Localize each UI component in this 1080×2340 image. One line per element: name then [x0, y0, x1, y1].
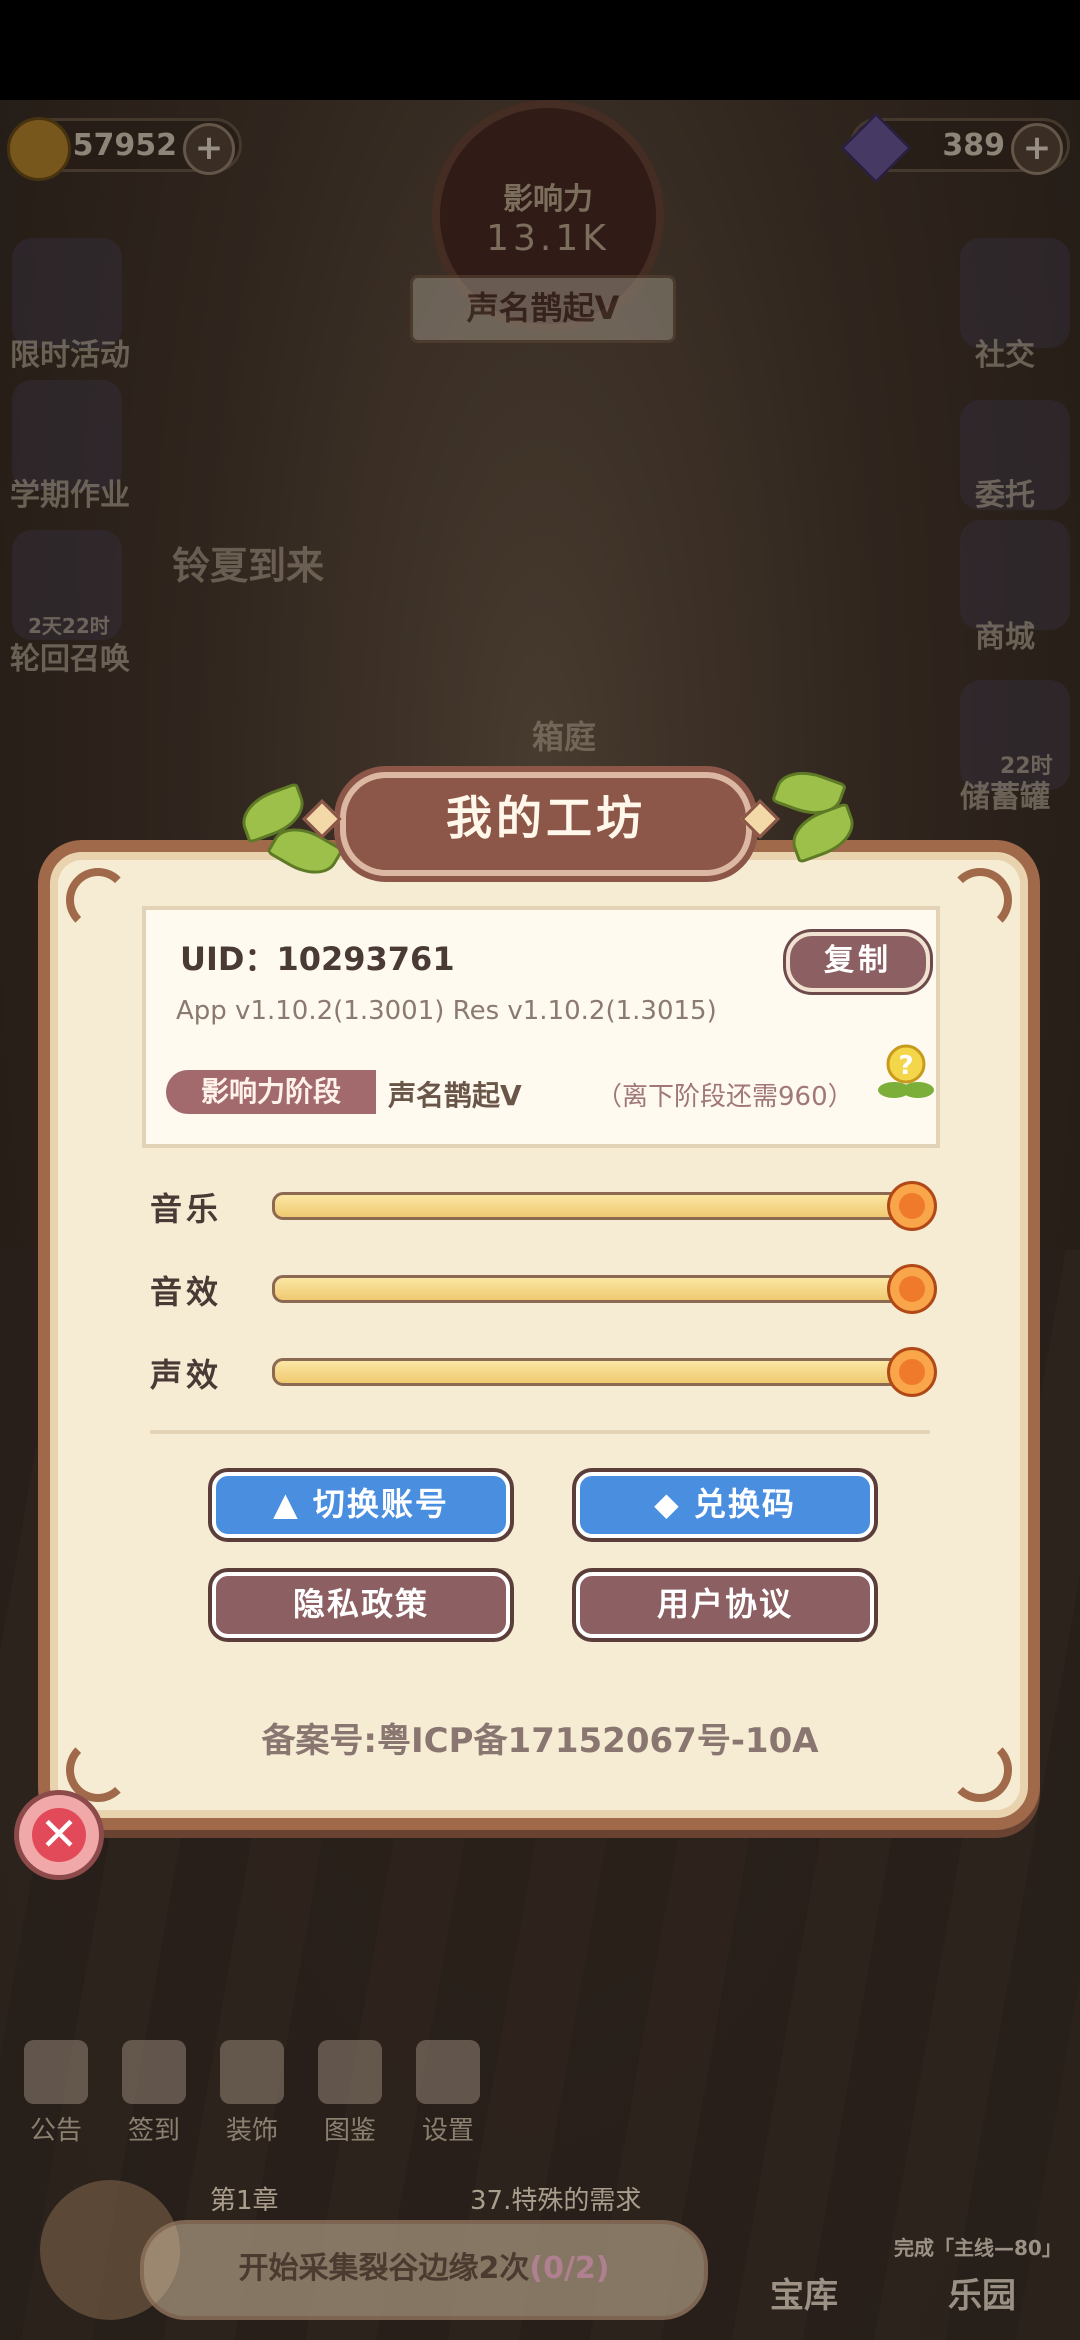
voice-knob[interactable]	[887, 1347, 937, 1397]
copy-uid-button[interactable]: 复制	[786, 932, 930, 992]
nav-collection[interactable]: 图鉴	[300, 2040, 400, 2147]
park-button[interactable]: 乐园	[948, 2268, 1016, 2317]
voice-track[interactable]	[272, 1347, 937, 1397]
chapter-label: 第1章	[210, 2186, 279, 2216]
music-track[interactable]	[272, 1181, 937, 1231]
account-info-panel: UID：10293761 复制 App v1.10.2(1.3001) Res …	[142, 906, 940, 1148]
announcement-icon	[24, 2040, 88, 2104]
nav-decoration[interactable]: 装饰	[202, 2040, 302, 2147]
music-slider[interactable]: 音乐	[150, 1180, 950, 1231]
close-button[interactable]: ✕	[14, 1790, 104, 1880]
stage-requirement: （离下阶段还需960）	[596, 1082, 854, 1112]
section-divider	[150, 1430, 930, 1434]
quest-text: 开始采集裂谷边缘2次	[238, 2251, 530, 2286]
redeem-code-button[interactable]: ◆ 兑换码	[576, 1472, 874, 1538]
hat-icon: ▲	[273, 1485, 313, 1523]
help-flower-icon[interactable]: ?	[876, 1038, 936, 1102]
privacy-policy-button[interactable]: 隐私政策	[212, 1572, 510, 1638]
stage-value: 声名鹊起V	[388, 1079, 522, 1112]
switch-account-button[interactable]: ▲ 切换账号	[212, 1472, 510, 1538]
nav-label: 签到	[127, 2116, 180, 2146]
switch-account-label: 切换账号	[312, 1485, 449, 1523]
sound-effect-label: 音效	[150, 1273, 223, 1311]
stage-tag: 影响力阶段	[166, 1070, 376, 1114]
nav-announcement[interactable]: 公告	[6, 2040, 106, 2147]
nav-label: 设置	[421, 2116, 474, 2146]
svg-text:?: ?	[898, 1051, 913, 1081]
gear-icon	[416, 2040, 480, 2104]
sound-effect-knob[interactable]	[887, 1264, 937, 1314]
influence-stage-row: 影响力阶段 声名鹊起V （离下阶段还需960） ?	[166, 1044, 934, 1114]
voice-slider[interactable]: 声效	[150, 1346, 950, 1397]
nav-label: 公告	[29, 2116, 82, 2146]
dialog-title: 我的工坊	[340, 772, 752, 876]
vault-button[interactable]: 宝库	[770, 2268, 838, 2317]
icp-record: 备案号:粤ICP备17152067号-10A	[261, 1721, 819, 1761]
redeem-code-label: 兑换码	[693, 1485, 796, 1523]
uid-text: UID：10293761	[180, 940, 455, 978]
sound-effect-slider[interactable]: 音效	[150, 1263, 950, 1314]
quest-bar[interactable]: 开始采集裂谷边缘2次(0/2)	[140, 2220, 708, 2320]
nav-settings[interactable]: 设置	[398, 2040, 498, 2147]
music-label: 音乐	[150, 1190, 223, 1228]
quest-progress: (0/2)	[529, 2251, 610, 2286]
voice-label: 声效	[150, 1356, 223, 1394]
user-agreement-button[interactable]: 用户协议	[576, 1572, 874, 1638]
book-icon	[318, 2040, 382, 2104]
sound-effect-track[interactable]	[272, 1264, 937, 1314]
nav-checkin[interactable]: 签到	[104, 2040, 204, 2147]
ticket-icon: ◆	[654, 1485, 694, 1523]
music-knob[interactable]	[887, 1181, 937, 1231]
nav-label: 图鉴	[323, 2116, 376, 2146]
chapter-title: 37.特殊的需求	[470, 2186, 642, 2216]
calendar-icon	[122, 2040, 186, 2104]
decoration-icon	[220, 2040, 284, 2104]
version-text: App v1.10.2(1.3001) Res v1.10.2(1.3015)	[176, 996, 717, 1026]
unlock-hint: 完成「主线—80」	[894, 2236, 1062, 2260]
nav-label: 装饰	[225, 2116, 278, 2146]
corner-ornament	[66, 868, 130, 932]
close-icon: ✕	[32, 1808, 86, 1862]
corner-ornament	[948, 868, 1012, 932]
